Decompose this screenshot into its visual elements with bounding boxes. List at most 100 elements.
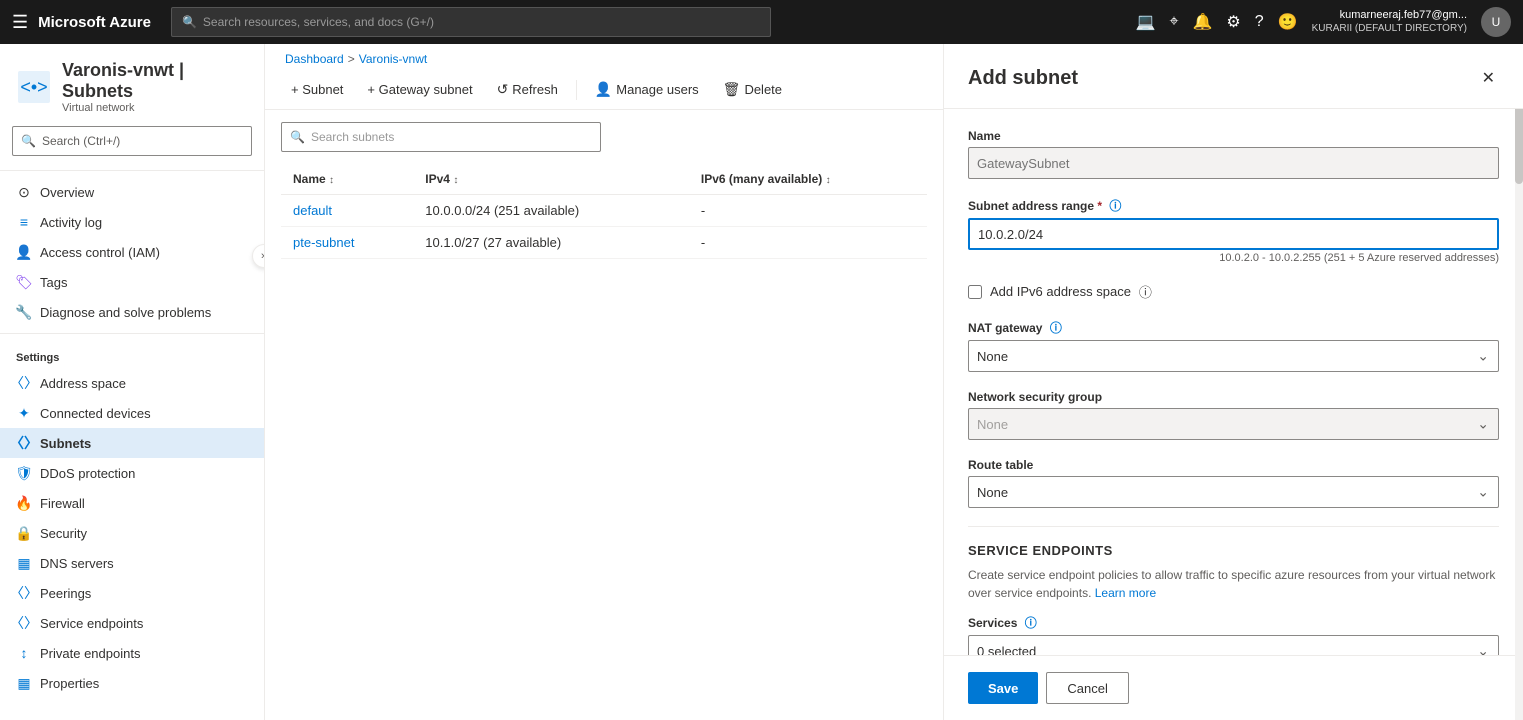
- col-name[interactable]: Name ↕: [281, 164, 413, 195]
- user-email: kumarneeraj.feb77@gm...: [1312, 9, 1467, 22]
- feedback-icon[interactable]: 🙂: [1278, 12, 1298, 32]
- sidebar-item-label: Overview: [40, 185, 94, 200]
- sidebar-item-firewall[interactable]: 🔥 Firewall: [0, 488, 264, 518]
- ipv6-info-icon[interactable]: ⓘ: [1139, 282, 1152, 301]
- sidebar-item-private-endpoints[interactable]: ↕ Private endpoints: [0, 638, 264, 668]
- services-info-icon[interactable]: ⓘ: [1025, 616, 1037, 630]
- manage-users-icon: 👤: [595, 81, 612, 98]
- sidebar-item-address-space[interactable]: 〈〉 Address space: [0, 368, 264, 398]
- brand-name: Microsoft Azure: [38, 14, 151, 31]
- sidebar-item-dns-servers[interactable]: ▦ DNS servers: [0, 548, 264, 578]
- sidebar-item-access-control[interactable]: 👤 Access control (IAM): [0, 237, 264, 267]
- panel-title: Add subnet: [968, 67, 1078, 90]
- hamburger-icon[interactable]: ☰: [12, 12, 28, 33]
- sidebar-item-activity-log[interactable]: ≡ Activity log: [0, 207, 264, 237]
- route-table-select-wrapper: None: [968, 476, 1499, 508]
- ipv6-checkbox[interactable]: [968, 285, 982, 299]
- add-gateway-label: + Gateway subnet: [367, 82, 472, 97]
- services-label: Services ⓘ: [968, 614, 1499, 631]
- help-icon[interactable]: ?: [1255, 13, 1264, 31]
- sidebar-item-label: Service endpoints: [40, 616, 143, 631]
- toolbar: + Subnet + Gateway subnet ↺ Refresh 👤 Ma…: [265, 70, 943, 110]
- portal-menu-icon[interactable]: ⌖: [1169, 13, 1178, 31]
- global-search[interactable]: 🔍 Search resources, services, and docs (…: [171, 7, 771, 37]
- sidebar-item-label: Security: [40, 526, 87, 541]
- col-ipv6[interactable]: IPv6 (many available) ↕: [689, 164, 927, 195]
- sidebar-item-diagnose[interactable]: 🔧 Diagnose and solve problems: [0, 297, 264, 327]
- nat-gateway-group: NAT gateway ⓘ None: [968, 319, 1499, 372]
- manage-users-label: Manage users: [616, 82, 698, 97]
- svg-text:<•>: <•>: [20, 77, 47, 97]
- dns-servers-icon: ▦: [16, 555, 32, 571]
- learn-more-link[interactable]: Learn more: [1095, 586, 1156, 600]
- name-label: Name: [968, 129, 1499, 143]
- subnets-table: Name ↕ IPv4 ↕ IPv6 (many available) ↕: [281, 164, 927, 259]
- breadcrumb-resource[interactable]: Varonis-vnwt: [359, 52, 427, 66]
- nat-info-icon[interactable]: ⓘ: [1050, 321, 1062, 335]
- top-navigation: ☰ Microsoft Azure 🔍 Search resources, se…: [0, 0, 1523, 44]
- subnet-name-default[interactable]: default: [293, 203, 332, 218]
- col-ipv4[interactable]: IPv4 ↕: [413, 164, 689, 195]
- info-icon[interactable]: ⓘ: [1109, 199, 1121, 213]
- subnet-ipv4-pte: 10.1.0/27 (27 available): [413, 227, 689, 259]
- sidebar-search[interactable]: 🔍 Search (Ctrl+/): [12, 126, 252, 156]
- nsg-group: Network security group None: [968, 390, 1499, 440]
- add-subnet-button[interactable]: + Subnet: [281, 77, 353, 102]
- security-icon: 🔒: [16, 525, 32, 541]
- sidebar-item-subnets[interactable]: 〈〉 Subnets: [0, 428, 264, 458]
- firewall-icon: 🔥: [16, 495, 32, 511]
- service-endpoints-desc: Create service endpoint policies to allo…: [968, 566, 1499, 602]
- sidebar-item-label: Private endpoints: [40, 646, 140, 661]
- name-input[interactable]: [968, 147, 1499, 179]
- service-endpoints-title: SERVICE ENDPOINTS: [968, 543, 1499, 558]
- refresh-button[interactable]: ↺ Refresh: [487, 76, 568, 103]
- name-field-group: Name: [968, 129, 1499, 179]
- save-button[interactable]: Save: [968, 672, 1038, 704]
- subnets-icon: 〈〉: [16, 435, 32, 451]
- sidebar-item-connected-devices[interactable]: ✦ Connected devices: [0, 398, 264, 428]
- refresh-icon: ↺: [497, 81, 509, 98]
- nsg-select[interactable]: None: [968, 408, 1499, 440]
- sidebar-item-properties[interactable]: ▦ Properties: [0, 668, 264, 698]
- sidebar-item-service-endpoints[interactable]: 〈〉 Service endpoints: [0, 608, 264, 638]
- ipv6-label[interactable]: Add IPv6 address space: [990, 284, 1131, 299]
- sidebar-item-tags[interactable]: 🏷 Tags: [0, 267, 264, 297]
- breadcrumb-separator: >: [348, 52, 355, 66]
- notifications-icon[interactable]: 🔔: [1193, 12, 1213, 32]
- route-table-label: Route table: [968, 458, 1499, 472]
- user-avatar[interactable]: U: [1481, 7, 1511, 37]
- nat-gateway-select[interactable]: None: [968, 340, 1499, 372]
- sidebar-item-security[interactable]: 🔒 Security: [0, 518, 264, 548]
- add-gateway-button[interactable]: + Gateway subnet: [357, 77, 482, 102]
- table-row: default 10.0.0.0/24 (251 available) -: [281, 195, 927, 227]
- add-subnet-label: + Subnet: [291, 82, 343, 97]
- subnet-ipv4-default: 10.0.0.0/24 (251 available): [413, 195, 689, 227]
- subnet-range-input[interactable]: [968, 218, 1499, 250]
- sidebar-item-peerings[interactable]: 〈〉 Peerings: [0, 578, 264, 608]
- sidebar-item-label: Access control (IAM): [40, 245, 160, 260]
- subnet-search[interactable]: 🔍 Search subnets: [281, 122, 601, 152]
- breadcrumb-dashboard[interactable]: Dashboard: [285, 52, 344, 66]
- sidebar-item-overview[interactable]: ⊙ Overview: [0, 177, 264, 207]
- nav-icons: 💻 ⌖ 🔔 ⚙ ? 🙂 kumarneeraj.feb77@gm... KURA…: [1136, 7, 1511, 37]
- settings-icon[interactable]: ⚙: [1226, 12, 1240, 32]
- cloud-shell-icon[interactable]: 💻: [1136, 12, 1156, 32]
- toolbar-separator: [576, 80, 577, 100]
- access-control-icon: 👤: [16, 244, 32, 260]
- sidebar-search-icon: 🔍: [21, 134, 36, 148]
- manage-users-button[interactable]: 👤 Manage users: [585, 76, 709, 103]
- cancel-button[interactable]: Cancel: [1046, 672, 1128, 704]
- sidebar-item-ddos[interactable]: 🛡 DDoS protection: [0, 458, 264, 488]
- panel-close-button[interactable]: ✕: [1478, 64, 1499, 92]
- subnet-name-pte[interactable]: pte-subnet: [293, 235, 354, 250]
- nsg-label: Network security group: [968, 390, 1499, 404]
- subnet-search-icon: 🔍: [290, 130, 305, 144]
- delete-button[interactable]: 🗑 Delete: [713, 76, 792, 103]
- overview-icon: ⊙: [16, 184, 32, 200]
- user-profile[interactable]: kumarneeraj.feb77@gm... KURARII (DEFAULT…: [1312, 9, 1467, 34]
- services-select[interactable]: 0 selected: [968, 635, 1499, 655]
- settings-divider: [0, 333, 264, 334]
- route-table-select[interactable]: None: [968, 476, 1499, 508]
- sidebar-item-label: Subnets: [40, 436, 91, 451]
- panel-divider: [968, 526, 1499, 527]
